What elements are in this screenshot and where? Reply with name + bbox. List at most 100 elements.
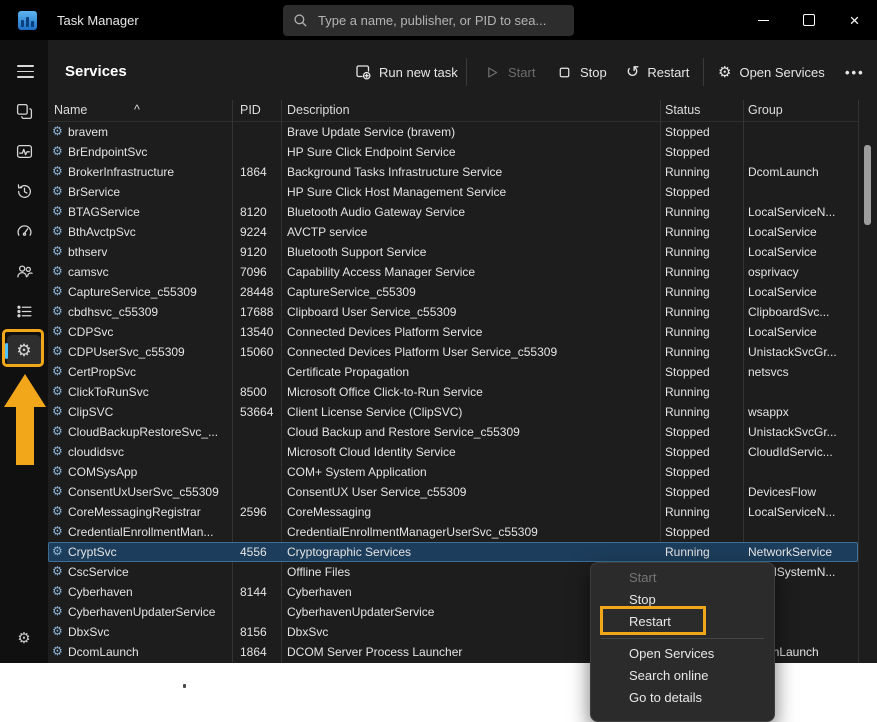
cell-status: Stopped [665,425,741,439]
service-gear-icon: ⚙ [52,484,63,498]
maximize-button[interactable] [786,0,831,40]
table-row[interactable]: ⚙ BTAGService 8120 Bluetooth Audio Gatew… [48,202,858,222]
cell-description: Bluetooth Audio Gateway Service [287,205,657,219]
cell-pid: 8156 [240,625,280,639]
sidebar-item-settings[interactable]: ⚙ [0,622,48,654]
service-gear-icon: ⚙ [52,344,63,358]
cell-pid: 8120 [240,205,280,219]
table-header: ^ Name PID Description Status Group [48,100,858,122]
annotation-box-services [2,329,44,367]
sidebar-item-app-history[interactable] [0,175,48,207]
service-gear-icon: ⚙ [52,284,63,298]
table-row[interactable]: ⚙ cloudidsvc Microsoft Cloud Identity Se… [48,442,858,462]
cell-group: ClipboardSvc... [748,305,856,319]
cell-description: Microsoft Office Click-to-Run Service [287,385,657,399]
service-gear-icon: ⚙ [52,504,63,518]
cell-group: LocalService [748,225,856,239]
column-header-status[interactable]: Status [665,103,700,117]
more-options-button[interactable]: ••• [845,58,865,86]
table-row[interactable]: ⚙ CDPUserSvc_c55309 15060 Connected Devi… [48,342,858,362]
service-gear-icon: ⚙ [52,164,63,178]
restart-button[interactable]: ↺ Restart [626,58,689,86]
table-row[interactable]: ⚙ BrService HP Sure Click Host Managemen… [48,182,858,202]
titlebar: Task Manager Type a name, publisher, or … [0,0,877,40]
table-row[interactable]: ⚙ bravem Brave Update Service (bravem) S… [48,122,858,142]
column-header-name[interactable]: Name [54,103,87,117]
sidebar-item-performance[interactable] [0,135,48,167]
cursor-artifact [183,684,186,688]
vertical-scrollbar-thumb[interactable] [864,145,871,225]
toolbar-divider [703,58,704,86]
table-row[interactable]: ⚙ COMSysApp COM+ System Application Stop… [48,462,858,482]
search-input[interactable]: Type a name, publisher, or PID to sea... [283,5,574,36]
context-menu-item-start[interactable]: Start [591,567,774,589]
table-row[interactable]: ⚙ bthserv 9120 Bluetooth Support Service… [48,242,858,262]
cell-status: Stopped [665,485,741,499]
cell-description: CaptureService_c55309 [287,285,657,299]
service-gear-icon: ⚙ [52,424,63,438]
users-icon [16,263,33,280]
app-history-icon [16,183,33,200]
service-gear-icon: ⚙ [52,644,63,658]
cell-pid: 2596 [240,505,280,519]
column-header-pid[interactable]: PID [240,103,261,117]
cell-description: Brave Update Service (bravem) [287,125,657,139]
table-row[interactable]: ⚙ CryptSvc 4556 Cryptographic Services R… [48,542,858,562]
table-row[interactable]: ⚙ CredentialEnrollmentMan... CredentialE… [48,522,858,542]
app-title: Task Manager [57,13,139,28]
sidebar-item-startup-apps[interactable] [0,215,48,247]
sidebar-item-details[interactable] [0,295,48,327]
sort-ascending-icon: ^ [134,103,140,117]
context-menu-item-open-services[interactable]: Open Services [591,643,774,665]
cell-group: LocalServiceN... [748,205,856,219]
cell-name: CredentialEnrollmentMan... [68,525,228,539]
table-row[interactable]: ⚙ CaptureService_c55309 28448 CaptureSer… [48,282,858,302]
table-row[interactable]: ⚙ ClickToRunSvc 8500 Microsoft Office Cl… [48,382,858,402]
table-row[interactable]: ⚙ cbdhsvc_c55309 17688 Clipboard User Se… [48,302,858,322]
cell-name: ConsentUxUserSvc_c55309 [68,485,228,499]
restart-arrow-icon: ↺ [626,64,639,80]
table-row[interactable]: ⚙ CloudBackupRestoreSvc_... Cloud Backup… [48,422,858,442]
table-row[interactable]: ⚙ CoreMessagingRegistrar 2596 CoreMessag… [48,502,858,522]
table-row[interactable]: ⚙ camsvc 7096 Capability Access Manager … [48,262,858,282]
menu-hamburger-icon[interactable] [17,65,34,78]
cell-description: Background Tasks Infrastructure Service [287,165,657,179]
table-row[interactable]: ⚙ BrEndpointSvc HP Sure Click Endpoint S… [48,142,858,162]
run-new-task-button[interactable]: Run new task [355,58,458,86]
context-menu-item-search-online[interactable]: Search online [591,665,774,687]
details-list-icon [16,303,33,320]
toolbar-divider [466,58,467,86]
table-row[interactable]: ⚙ CDPSvc 13540 Connected Devices Platfor… [48,322,858,342]
cell-pid: 8500 [240,385,280,399]
cell-pid: 7096 [240,265,280,279]
sidebar-item-processes[interactable] [0,95,48,127]
context-menu: StartStopRestartOpen ServicesSearch onli… [590,562,775,722]
cell-description: Clipboard User Service_c55309 [287,305,657,319]
cell-name: CaptureService_c55309 [68,285,228,299]
cell-name: BthAvctpSvc [68,225,228,239]
service-gear-icon: ⚙ [52,524,63,538]
minimize-button[interactable] [741,0,786,40]
cell-status: Stopped [665,465,741,479]
cell-status: Stopped [665,445,741,459]
open-services-gear-icon: ⚙ [718,65,731,80]
table-row[interactable]: ⚙ ConsentUxUserSvc_c55309 ConsentUX User… [48,482,858,502]
cell-description: Client License Service (ClipSVC) [287,405,657,419]
cell-name: DcomLaunch [68,645,228,659]
table-row[interactable]: ⚙ ClipSVC 53664 Client License Service (… [48,402,858,422]
cell-status: Running [665,165,741,179]
start-button[interactable]: Start [485,58,535,86]
cell-description: Certificate Propagation [287,365,657,379]
column-header-group[interactable]: Group [748,103,783,117]
table-row[interactable]: ⚙ BthAvctpSvc 9224 AVCTP service Running… [48,222,858,242]
cell-status: Stopped [665,365,741,379]
context-menu-item-go-to-details[interactable]: Go to details [591,687,774,709]
stop-button[interactable]: Stop [557,58,607,86]
table-row[interactable]: ⚙ CertPropSvc Certificate Propagation St… [48,362,858,382]
open-services-button[interactable]: ⚙ Open Services [718,58,825,86]
column-header-description[interactable]: Description [287,103,350,117]
table-row[interactable]: ⚙ BrokerInfrastructure 1864 Background T… [48,162,858,182]
close-button[interactable]: × [832,0,877,40]
sidebar-item-users[interactable] [0,255,48,287]
cell-pid: 1864 [240,165,280,179]
